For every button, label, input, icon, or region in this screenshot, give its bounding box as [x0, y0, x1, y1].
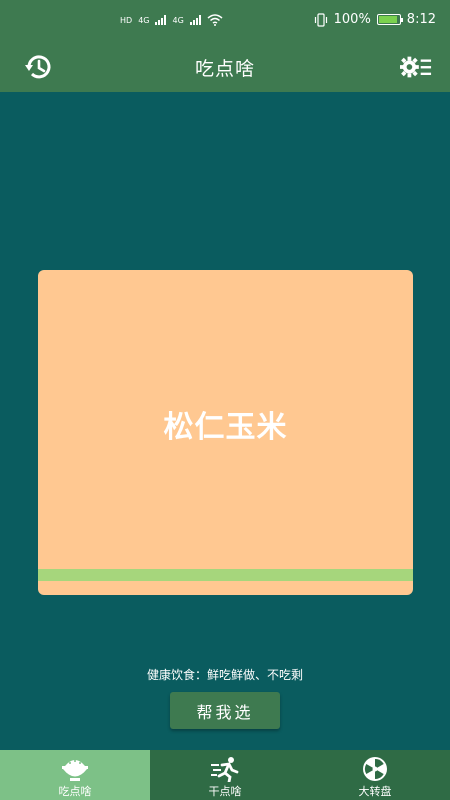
nav-item-wheel[interactable]: 大转盘 — [300, 750, 450, 800]
wheel-icon — [360, 755, 390, 783]
rice-bowl-icon — [60, 755, 90, 783]
card-strip — [38, 569, 413, 581]
signal-icon — [155, 15, 167, 25]
signal-icon-2 — [189, 15, 201, 25]
clock: 8:12 — [406, 12, 436, 27]
battery-icon — [376, 14, 403, 25]
pick-button[interactable]: 帮我选 — [170, 692, 280, 729]
vibrate-icon — [314, 12, 327, 27]
bottom-nav: 吃点啥 干点啥 大转盘 — [0, 750, 450, 800]
page-title: 吃点啥 — [194, 58, 255, 80]
wifi-icon — [207, 14, 223, 26]
hd-label: HD — [120, 15, 133, 25]
food-name: 松仁玉米 — [163, 410, 288, 445]
app-header: 吃点啥 — [0, 40, 450, 92]
nav-label-eat: 吃点啥 — [58, 785, 92, 798]
nav-item-do[interactable]: 干点啥 — [150, 750, 300, 800]
status-right: 100% 8:12 — [314, 12, 436, 27]
status-left-icons: HD 4G 4G — [120, 14, 223, 26]
nav-label-wheel: 大转盘 — [358, 785, 392, 798]
status-bar: HD 4G 4G 100% 8:12 — [0, 0, 450, 40]
running-icon — [210, 755, 240, 783]
nav-label-do: 干点啥 — [208, 785, 242, 798]
settings-icon[interactable] — [400, 51, 432, 83]
nav-item-eat[interactable]: 吃点啥 — [0, 750, 150, 800]
network-label-1: 4G — [138, 15, 150, 25]
network-label-2: 4G — [172, 15, 184, 25]
battery-percent: 100% — [333, 12, 371, 27]
food-card: 松仁玉米 — [38, 270, 413, 595]
slogan-text: 健康饮食：鲜吃鲜做、不吃剩 — [146, 668, 303, 682]
